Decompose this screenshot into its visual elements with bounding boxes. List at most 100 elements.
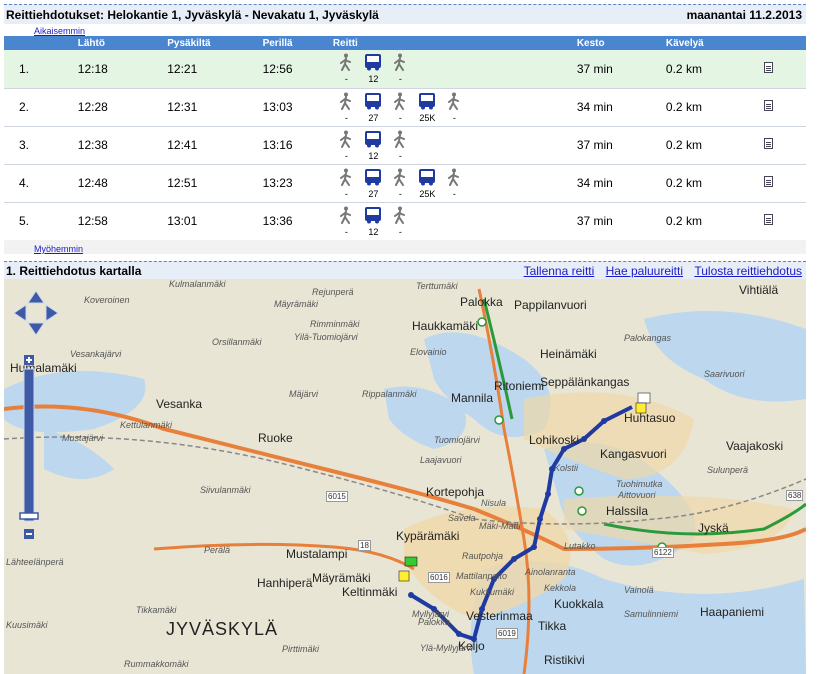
map-place-label: Pirttimäki: [282, 644, 320, 654]
walk-icon: [339, 53, 353, 74]
bus-leg: 27: [360, 92, 387, 123]
map-place-label: Ainolanranta: [525, 567, 576, 577]
duration: 34 min: [576, 176, 613, 190]
row-number: 1.: [19, 61, 30, 76]
walk-leg: -: [387, 130, 414, 161]
map-place-label: Lutakko: [564, 541, 596, 551]
arrival-time: 13:23: [262, 176, 293, 190]
bus-icon: [418, 92, 436, 113]
bus-leg: 27: [360, 168, 387, 199]
document-icon[interactable]: [763, 138, 773, 149]
walk-leg: -: [387, 92, 414, 123]
bus-leg: 12: [360, 206, 387, 237]
walk-leg: -: [333, 130, 360, 161]
leg-label: -: [452, 188, 456, 199]
walk-leg: -: [333, 53, 360, 84]
map-pan-control[interactable]: [12, 289, 60, 337]
map-zoom-slider[interactable]: [18, 353, 40, 543]
bus-icon: [364, 206, 382, 227]
map-place-label: Rejunperä: [312, 287, 354, 297]
map-place-label: Kortepohja: [426, 485, 485, 499]
walk-icon: [393, 53, 407, 74]
map-place-label: Vesterinmaa: [466, 609, 533, 623]
map-place-label: Hanhiperä: [257, 576, 313, 590]
table-row[interactable]: 2. 12:28 12:31 13:03 - 27 - 25K - 34 min 0.2 km: [4, 88, 806, 126]
save-route-link[interactable]: Tallenna reitti: [524, 264, 595, 278]
map-place-label: Saarivuori: [704, 369, 745, 379]
earlier-link[interactable]: Aikaisemmin: [34, 26, 85, 36]
map-place-label: Siivulanmäki: [200, 485, 251, 495]
document-icon[interactable]: [763, 176, 773, 187]
route-legs: - 12 -: [333, 126, 577, 164]
table-row[interactable]: 3. 12:38 12:41 13:16 - 12 - 37 min 0.2 km: [4, 126, 806, 164]
map-place-label: Palokka: [418, 617, 451, 627]
road-number-label: 18: [358, 540, 371, 551]
map-place-label: Samulinniemi: [624, 609, 679, 619]
print-route-link[interactable]: Tulosta reittiehdotus: [694, 264, 802, 278]
map-place-label: Vaajakoski: [726, 439, 784, 453]
arrival-time: 13:16: [262, 138, 293, 152]
map-place-label: Sulunperä: [707, 465, 749, 475]
departure-time: 12:18: [77, 61, 108, 76]
document-icon[interactable]: [763, 100, 773, 111]
map-place-label: Kulmalanmäki: [169, 279, 226, 289]
map-place-label: Palokka: [460, 295, 503, 309]
details-cell: [763, 50, 806, 88]
leg-label: -: [452, 112, 456, 123]
later-link[interactable]: Myöhemmin: [34, 244, 83, 254]
row-number: 2.: [19, 100, 30, 114]
walk-leg: -: [387, 168, 414, 199]
bus-leg: 25K: [414, 168, 441, 199]
bus-icon: [364, 130, 382, 151]
walking-distance: 0.2 km: [665, 176, 702, 190]
pan-up-icon: [27, 290, 45, 304]
details-cell: [763, 88, 806, 126]
walking-distance: 0.2 km: [665, 214, 702, 228]
stop-time: 13:01: [167, 214, 198, 228]
walk-leg: -: [333, 92, 360, 123]
map-place-label: Rautpohja: [462, 551, 504, 561]
col-departure: Lähtö: [77, 37, 105, 49]
map-title: 1. Reittiehdotus kartalla: [6, 264, 142, 278]
leg-label: -: [398, 188, 402, 199]
map-place-label: Kekkola: [544, 583, 577, 593]
departure-time: 12:48: [77, 176, 108, 190]
leg-label: 12: [368, 150, 379, 161]
leg-label: -: [398, 150, 402, 161]
leg-label: 25K: [419, 112, 436, 123]
table-row[interactable]: 5. 12:58 13:01 13:36 - 12 - 37 min 0.2 km: [4, 202, 806, 240]
leg-label: -: [344, 150, 348, 161]
table-row[interactable]: 1. 12:18 12:21 12:56 - 12 - 37 min 0.2 km: [4, 50, 806, 88]
map-place-label: Kettulanmäki: [120, 420, 173, 430]
document-icon[interactable]: [763, 61, 773, 73]
walk-icon: [393, 130, 407, 151]
road-number-label: 6016: [428, 572, 450, 583]
walk-icon: [339, 130, 353, 151]
duration: 37 min: [576, 138, 613, 152]
map-place-label: Vesanka: [156, 397, 203, 411]
map-place-label: Pappilanvuori: [514, 298, 587, 312]
table-row[interactable]: 4. 12:48 12:51 13:23 - 27 - 25K - 34 min 0.2 km: [4, 164, 806, 202]
route-map[interactable]: Terttumäki Palokka Pappilanvuori Vihtiälä Ko…: [4, 279, 806, 674]
walk-icon: [447, 92, 461, 113]
map-place-label: Kangasvuori: [600, 447, 667, 461]
row-number: 3.: [19, 138, 30, 152]
walk-icon: [339, 168, 353, 189]
map-place-label: Perälä: [204, 545, 231, 555]
zoom-handle: [19, 512, 39, 520]
stop-time: 12:31: [167, 100, 198, 114]
walk-leg: -: [387, 53, 414, 84]
return-route-link[interactable]: Hae paluureitti: [606, 264, 683, 278]
map-place-label: Elovainio: [410, 347, 447, 357]
map-place-label: Ruoke: [258, 431, 293, 445]
map-place-label: Keltinmäki: [342, 585, 398, 599]
map-place-label: Ritoniemi: [494, 379, 545, 393]
map-header: 1. Reittiehdotus kartalla Tallenna reitt…: [4, 261, 806, 279]
map-place-label: Halssila: [606, 504, 649, 518]
document-icon[interactable]: [763, 214, 773, 225]
map-place-label: Mustajärvi: [62, 433, 104, 443]
walking-distance: 0.2 km: [665, 100, 702, 114]
road-number-label: 6015: [326, 491, 348, 502]
col-details: [764, 36, 806, 50]
map-place-label: Orsillanmäki: [212, 337, 262, 347]
